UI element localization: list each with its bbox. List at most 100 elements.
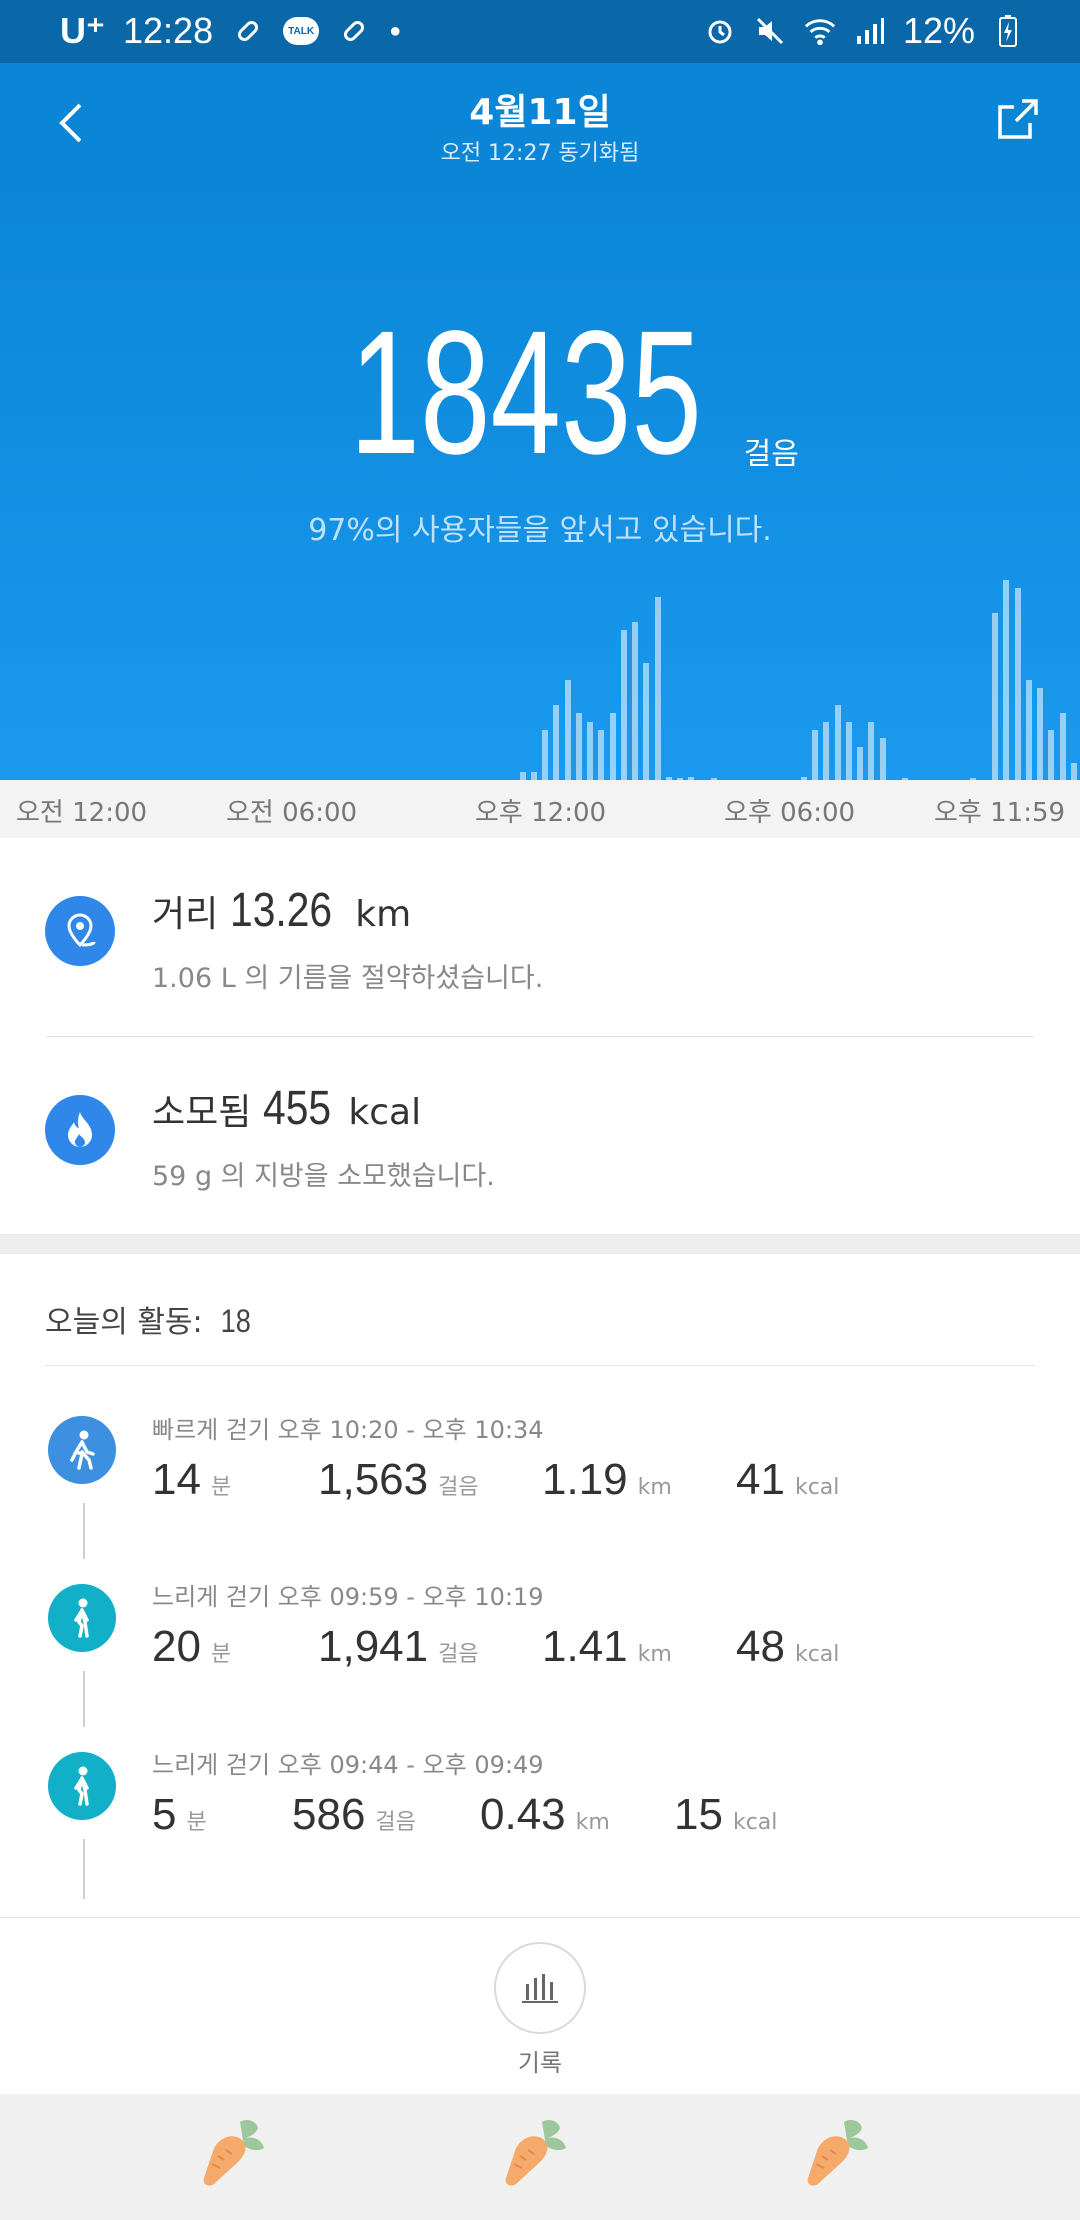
step-bar — [564, 680, 571, 780]
activity-label: 느리게 걷기 오후 09:59 - 오후 10:19 — [152, 1583, 544, 1611]
step-bar — [587, 721, 593, 780]
activity-duration: 5분 — [152, 1790, 207, 1839]
step-bar — [519, 771, 526, 780]
step-count: 18435 — [349, 295, 703, 491]
activity-calories: 48 kcal — [736, 1622, 840, 1671]
step-bar — [845, 721, 852, 780]
calories-value: 455 — [262, 1082, 331, 1135]
flame-icon — [45, 1095, 115, 1165]
app-header: 4월11일 오전 12:27 동기화됨 — [0, 63, 1080, 180]
distance-unit: km — [355, 894, 412, 935]
axis-tick: 오후 06:00 — [724, 798, 856, 828]
step-count-block: 18435 걸음 — [0, 305, 1080, 481]
step-bar — [1048, 730, 1055, 780]
step-bar — [553, 705, 560, 780]
kakaotalk-icon: TALK — [283, 17, 320, 45]
axis-tick: 오후 12:00 — [475, 798, 607, 828]
carrot-icon — [807, 2120, 868, 2186]
axis-tick: 오후 11:59 — [934, 798, 1066, 828]
step-bar — [632, 621, 638, 780]
step-summary: 18435 걸음 97%의 사용자들을 앞서고 있습니다. — [0, 180, 1080, 780]
section-separator — [0, 1234, 1080, 1254]
clock: 12:28 — [123, 10, 214, 51]
step-bar — [1070, 763, 1077, 780]
mute-icon — [753, 14, 787, 48]
activity-steps: 586 걸음 — [292, 1790, 416, 1839]
status-bar: U⁺ 12:28 TALK ● 12% — [0, 0, 1080, 63]
step-bar — [575, 713, 582, 780]
activity-label: 느리게 걷기 오후 09:44 - 오후 09:49 — [152, 1751, 544, 1779]
carrot-icon — [505, 2120, 566, 2186]
step-bar — [1025, 680, 1032, 780]
carrot-icon — [203, 2120, 264, 2186]
percentile-text: 97%의 사용자들을 앞서고 있습니다. — [308, 513, 772, 548]
step-bar — [1037, 688, 1043, 780]
timeline-connector — [83, 1503, 85, 1559]
step-bar — [609, 713, 616, 780]
step-bar — [1059, 713, 1066, 780]
battery-percent: 12% — [902, 10, 975, 51]
time-axis: 오전 12:00 오전 06:00 오후 12:00 오후 06:00 오후 1… — [0, 780, 1080, 838]
step-bar — [530, 771, 537, 780]
step-bar — [812, 730, 818, 780]
calories-unit: kcal — [348, 1092, 422, 1133]
activity-distance: 1.19 km — [542, 1455, 672, 1504]
page-title: 4월11일 — [469, 92, 611, 133]
timeline-connector — [83, 1839, 85, 1899]
activity-distance: 0.43 km — [480, 1790, 610, 1839]
history-button[interactable] — [494, 1942, 586, 2034]
step-histogram[interactable] — [0, 560, 1080, 780]
step-bar — [542, 730, 548, 780]
activity-calories: 41 kcal — [736, 1455, 840, 1504]
timeline-connector — [83, 1671, 85, 1727]
activity-count: 18 — [220, 1303, 252, 1339]
activity-duration: 20 분 — [152, 1622, 232, 1671]
activity-calories: 15 kcal — [674, 1790, 778, 1839]
step-bar — [1014, 588, 1021, 780]
step-bar — [879, 738, 886, 780]
sync-status: 오전 12:27 동기화됨 — [440, 141, 640, 166]
reward-bar — [0, 2094, 1080, 2220]
distance-metric[interactable]: 거리 13.26 km 1.06 L 의 기름을 절약하셨습니다. — [0, 838, 1080, 1036]
activity-label: 빠르게 걷기 오후 10:20 - 오후 10:34 — [152, 1416, 544, 1444]
divider — [0, 1917, 1080, 1918]
pill-icon — [337, 14, 371, 48]
bar-chart-icon — [522, 1974, 558, 2003]
step-bar — [992, 613, 998, 780]
step-bar — [620, 630, 627, 780]
step-bar — [654, 596, 661, 780]
activity-distance: 1.41 km — [542, 1622, 672, 1671]
axis-tick: 오전 12:00 — [16, 798, 148, 828]
step-bar — [643, 663, 650, 780]
activity-header: 오늘의 활동: 18 — [45, 1297, 254, 1341]
share-icon — [998, 99, 1038, 139]
calories-metric[interactable]: 소모됨 455 kcal 59 g 의 지방을 소모했습니다. — [0, 1037, 1080, 1234]
distance-value: 13.26 — [229, 884, 332, 937]
distance-label: 거리 — [152, 894, 219, 935]
step-bar — [598, 730, 605, 780]
step-bar — [834, 705, 841, 780]
step-bar — [857, 746, 863, 780]
divider — [45, 1365, 1035, 1366]
more-notifications-dot-icon: ● — [389, 19, 402, 42]
activity-steps: 1,563 걸음 — [318, 1455, 479, 1504]
wifi-icon — [803, 14, 837, 48]
activity-title: 오늘의 활동: — [45, 1305, 203, 1340]
step-bar — [868, 721, 875, 780]
step-bar — [1003, 580, 1010, 780]
step-bar — [823, 721, 830, 780]
activity-duration: 14 분 — [152, 1455, 232, 1504]
activity-steps: 1,941 걸음 — [318, 1622, 479, 1671]
location-pin-icon — [45, 896, 115, 966]
fuel-saved-note: 1.06 L 의 기름을 절약하셨습니다. — [152, 963, 544, 994]
slow-walk-icon — [48, 1752, 116, 1820]
share-button[interactable] — [992, 95, 1042, 145]
pill-icon — [231, 14, 265, 48]
battery-charging-icon — [991, 14, 1025, 48]
history-label: 기록 — [517, 2049, 563, 2077]
calories-label: 소모됨 — [152, 1092, 252, 1133]
carrier-label: U⁺ — [60, 10, 105, 51]
fast-walk-icon — [48, 1416, 116, 1484]
slow-walk-icon — [48, 1584, 116, 1652]
signal-icon — [853, 14, 887, 48]
